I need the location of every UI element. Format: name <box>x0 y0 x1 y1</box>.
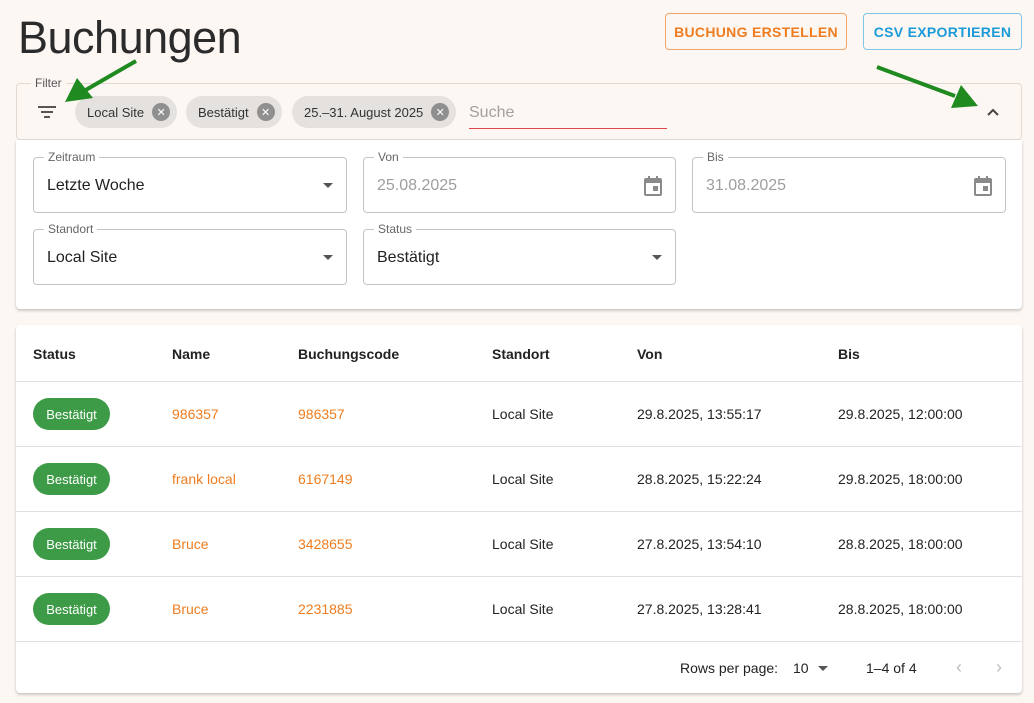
bis-cell: 28.8.2025, 18:00:00 <box>838 536 963 552</box>
filter-panel: Zeitraum Letzte Woche Von 25.08.2025 Bis… <box>16 140 1022 309</box>
prev-page-icon[interactable]: ‹ <box>949 657 969 677</box>
calendar-icon[interactable] <box>973 175 993 197</box>
filter-chip-status[interactable]: Bestätigt ✕ <box>186 96 282 128</box>
next-page-icon[interactable]: › <box>989 657 1009 677</box>
field-value: Bestätigt <box>377 249 440 266</box>
standort-cell: Local Site <box>492 601 554 617</box>
code-link[interactable]: 2231885 <box>298 601 353 617</box>
code-link[interactable]: 986357 <box>298 406 345 422</box>
field-label: Bis <box>703 150 728 164</box>
column-header-name[interactable]: Name <box>172 346 210 362</box>
chip-label: Local Site <box>87 104 145 120</box>
field-value: 31.08.2025 <box>706 177 787 194</box>
bis-date-field[interactable]: Bis 31.08.2025 <box>692 150 1006 213</box>
chip-remove-icon[interactable]: ✕ <box>431 103 450 121</box>
page-title: Buchungen <box>18 12 242 63</box>
pagination-range: 1–4 of 4 <box>866 660 917 676</box>
von-cell: 28.8.2025, 15:22:24 <box>637 471 762 487</box>
bookings-table: Status Name Buchungscode Standort Von Bi… <box>16 325 1022 693</box>
export-csv-button[interactable]: CSV EXPORTIEREN <box>863 13 1022 50</box>
table-pagination: Rows per page: 10 1–4 of 4 ‹ › <box>16 643 1022 693</box>
standort-cell: Local Site <box>492 536 554 552</box>
calendar-icon[interactable] <box>643 175 663 197</box>
column-header-code[interactable]: Buchungscode <box>298 346 399 362</box>
dropdown-arrow-icon[interactable] <box>818 666 828 671</box>
rows-per-page-select[interactable]: 10 <box>793 660 809 676</box>
von-cell: 27.8.2025, 13:28:41 <box>637 601 762 617</box>
von-cell: 29.8.2025, 13:55:17 <box>637 406 762 422</box>
search-input[interactable] <box>469 98 667 129</box>
field-label: Von <box>374 150 403 164</box>
bis-cell: 28.8.2025, 18:00:00 <box>838 601 963 617</box>
name-link[interactable]: frank local <box>172 471 236 487</box>
filter-legend: Filter <box>31 76 66 90</box>
chip-remove-icon[interactable]: ✕ <box>256 103 275 121</box>
create-booking-button[interactable]: BUCHUNG ERSTELLEN <box>665 13 847 50</box>
status-select[interactable]: Status Bestätigt <box>363 222 676 285</box>
standort-cell: Local Site <box>492 406 554 422</box>
von-date-field[interactable]: Von 25.08.2025 <box>363 150 676 213</box>
code-link[interactable]: 6167149 <box>298 471 353 487</box>
table-header: Status Name Buchungscode Standort Von Bi… <box>16 325 1022 382</box>
status-badge: Bestätigt <box>33 593 110 625</box>
field-value: 25.08.2025 <box>377 177 458 194</box>
filter-chip-site[interactable]: Local Site ✕ <box>75 96 178 128</box>
field-label: Standort <box>44 222 98 236</box>
table-row[interactable]: Bestätigt Bruce 3428655 Local Site 27.8.… <box>16 512 1022 577</box>
standort-cell: Local Site <box>492 471 554 487</box>
status-badge: Bestätigt <box>33 398 110 430</box>
field-label: Status <box>374 222 417 236</box>
name-link[interactable]: Bruce <box>172 601 209 617</box>
bis-cell: 29.8.2025, 18:00:00 <box>838 471 963 487</box>
name-link[interactable]: 986357 <box>172 406 219 422</box>
chip-remove-icon[interactable]: ✕ <box>152 103 171 121</box>
standort-select[interactable]: Standort Local Site <box>33 222 347 285</box>
dropdown-arrow-icon <box>323 183 333 188</box>
column-header-status[interactable]: Status <box>33 346 76 362</box>
field-value: Letzte Woche <box>47 177 145 194</box>
field-label: Zeitraum <box>44 150 100 164</box>
field-value: Local Site <box>47 249 118 266</box>
filter-list-icon[interactable] <box>36 102 58 122</box>
column-header-bis[interactable]: Bis <box>838 346 860 362</box>
dropdown-arrow-icon <box>323 255 333 260</box>
dropdown-arrow-icon <box>652 255 662 260</box>
table-row[interactable]: Bestätigt frank local 6167149 Local Site… <box>16 447 1022 512</box>
table-row[interactable]: Bestätigt Bruce 2231885 Local Site 27.8.… <box>16 577 1022 642</box>
table-row[interactable]: Bestätigt 986357 986357 Local Site 29.8.… <box>16 382 1022 447</box>
zeitraum-select[interactable]: Zeitraum Letzte Woche <box>33 150 347 213</box>
name-link[interactable]: Bruce <box>172 536 209 552</box>
status-badge: Bestätigt <box>33 528 110 560</box>
status-badge: Bestätigt <box>33 463 110 495</box>
column-header-von[interactable]: Von <box>637 346 662 362</box>
code-link[interactable]: 3428655 <box>298 536 353 552</box>
filter-bar: Filter Local Site ✕ Bestätigt ✕ 25.–31. … <box>16 76 1022 140</box>
chip-label: 25.–31. August 2025 <box>304 104 424 120</box>
chip-label: Bestätigt <box>198 104 249 120</box>
chevron-up-icon[interactable] <box>985 104 1001 120</box>
von-cell: 27.8.2025, 13:54:10 <box>637 536 762 552</box>
filter-chip-date[interactable]: 25.–31. August 2025 ✕ <box>292 96 457 128</box>
column-header-standort[interactable]: Standort <box>492 346 550 362</box>
rows-per-page-label: Rows per page: <box>680 660 779 676</box>
bis-cell: 29.8.2025, 12:00:00 <box>838 406 963 422</box>
